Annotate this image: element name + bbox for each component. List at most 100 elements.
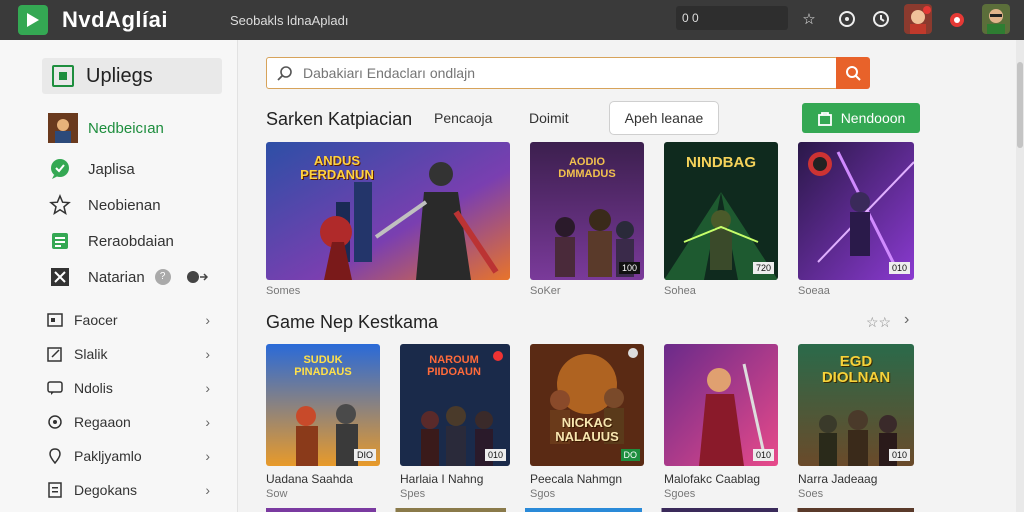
toggle-icon[interactable] [186,269,209,285]
tile-art-text: AODIO DMMADUS [558,156,616,180]
sidebar-item-label: Nedbeicıan [88,119,164,137]
sidebar-sub-label: Slalik [74,346,108,362]
tile-art-text: SUDUK PINADAUS [294,354,352,378]
tile-caption: Narra Jadeaag [798,472,878,486]
tab-1[interactable]: Doimit [529,110,569,126]
star-rating-icon[interactable]: ☆☆ [866,314,891,331]
sidebar-item-0[interactable]: Nedbeicıan [48,113,164,143]
avatar-game-icon[interactable] [904,4,932,34]
tile-subcaption: Spes [400,488,426,500]
app-brand[interactable]: NvdAglíai [62,7,168,33]
list-doc-icon [48,229,72,253]
sidebar-sub-3[interactable]: Regaaon › [46,410,216,434]
chat-icon [46,379,64,397]
tile-badge: 010 [752,449,774,461]
top-field-text: 0 0 [682,11,699,25]
image-icon [46,311,64,329]
chevron-right-icon: › [205,448,210,464]
sidebar-sub-label: Pakljyamlo [74,448,142,464]
sidebar-sub-2[interactable]: Ndolis › [46,376,216,400]
tile-badge: DO [620,449,640,461]
tile-caption: Peecala Nahmgn [530,472,623,486]
tile-badge: 010 [888,449,910,461]
sidebar-sub-label: Degokans [74,482,138,498]
x-box-icon [48,265,72,289]
game-tile[interactable]: ANDUS PERDANUN [266,142,510,280]
tile-art-text: NINDBAG [686,154,756,171]
sidebar-item-label: Natarian [88,268,145,286]
play-logo-icon[interactable] [18,5,48,35]
chevron-right-icon: › [205,346,210,362]
search-icon [846,66,861,81]
sidebar-sub-0[interactable]: Faocer › [46,308,216,332]
tile-caption: Uadana Saahda [266,472,353,486]
game-tile[interactable]: AODIO DMMADUS 100 [530,142,644,280]
bag-icon [817,112,832,126]
tile-subcaption: Soes [798,488,824,500]
game-tile[interactable]: 010 [664,344,778,466]
star-icon[interactable]: ☆ [798,8,820,30]
search-bar[interactable] [266,57,838,89]
tile-art-text: ANDUS PERDANUN [300,153,374,182]
clock-icon[interactable] [870,8,892,30]
tile-badge: 100 [618,262,640,274]
tile-art-text: NICKAC NALAUUS [555,415,619,444]
game-tile[interactable]: NAROUM PIIDOAUN 010 [400,344,510,466]
search-input[interactable] [303,65,803,81]
game-tile[interactable]: EGD DIOLNAN 010 [798,344,914,466]
top-field[interactable]: 0 0 [676,6,788,30]
game-tile[interactable]: SUDUK PINADAUS DIO [266,344,380,466]
top-search-text[interactable]: Seobakls ldnaApladı [230,13,349,28]
chevron-right-icon[interactable]: › [904,311,909,329]
tile-subcaption: Sgoes [664,488,696,500]
avatar[interactable] [982,4,1010,34]
sidebar-sub-label: Regaaon [74,414,131,430]
sidebar-item-3[interactable]: Reraobdaian [48,226,174,256]
chevron-right-icon: › [205,312,210,328]
sidebar-header[interactable]: Upliegs [42,58,222,94]
sidebar-sub-1[interactable]: Slalik › [46,342,216,366]
sidebar-item-label: Reraobdaian [88,232,174,250]
sidebar-item-4[interactable]: Natarian ? [48,262,171,292]
circle-icon[interactable] [836,8,858,30]
tile-caption: SoKer [530,285,561,297]
pin-icon [46,447,64,465]
sidebar-item-2[interactable]: Neobienan [48,190,161,220]
notification-icon[interactable] [946,8,968,30]
game-thumb-icon [48,113,78,143]
install-label: Nendooon [840,110,906,126]
circle-icon [46,413,64,431]
tile-badge: DIO [353,449,376,461]
edit-icon [46,345,64,363]
scrollbar-thumb[interactable] [1017,62,1023,148]
sidebar-item-label: Neobienan [88,196,161,214]
sidebar-sub-4[interactable]: Pakljyamlo › [46,444,216,468]
sidebar: Upliegs Nedbeicıan Japlisa Neobienan Rer… [0,40,238,512]
next-row-peek [266,508,914,512]
star-outline-icon [48,193,72,217]
sidebar-sub-label: Faocer [74,312,118,328]
sidebar-sub-5[interactable]: Degokans › [46,478,216,502]
chevron-right-icon: › [205,414,210,430]
tile-caption: Soeaa [798,285,830,297]
search-button[interactable] [836,57,870,89]
game-tile[interactable]: NICKAC NALAUUS DO [530,344,644,466]
sidebar-sub-label: Ndolis [74,380,113,396]
sidebar-item-1[interactable]: Japlisa [48,154,135,184]
help-badge[interactable]: ? [154,269,171,285]
tile-badge: 010 [888,262,910,274]
section-title: Sarken Katpiacian [266,109,413,129]
tab-0[interactable]: Pencaoja [434,110,492,126]
chat-bubble-icon [48,157,72,181]
game-tile[interactable]: NINDBAG 720 [664,142,778,280]
sidebar-item-label: Japlisa [88,160,135,178]
game-tile[interactable]: 010 [798,142,914,280]
scrollbar[interactable] [1016,40,1024,512]
filter-pill-button[interactable]: Apeh leanae [609,101,719,135]
sidebar-header-label: Upliegs [86,64,153,87]
tile-badge: 720 [752,262,774,274]
install-button[interactable]: Nendooon [802,103,920,133]
tile-caption: Somes [266,285,301,297]
tile-caption: Harlaia I Nahng [400,472,484,486]
section-title: Game Nep Kestkama [266,312,439,332]
